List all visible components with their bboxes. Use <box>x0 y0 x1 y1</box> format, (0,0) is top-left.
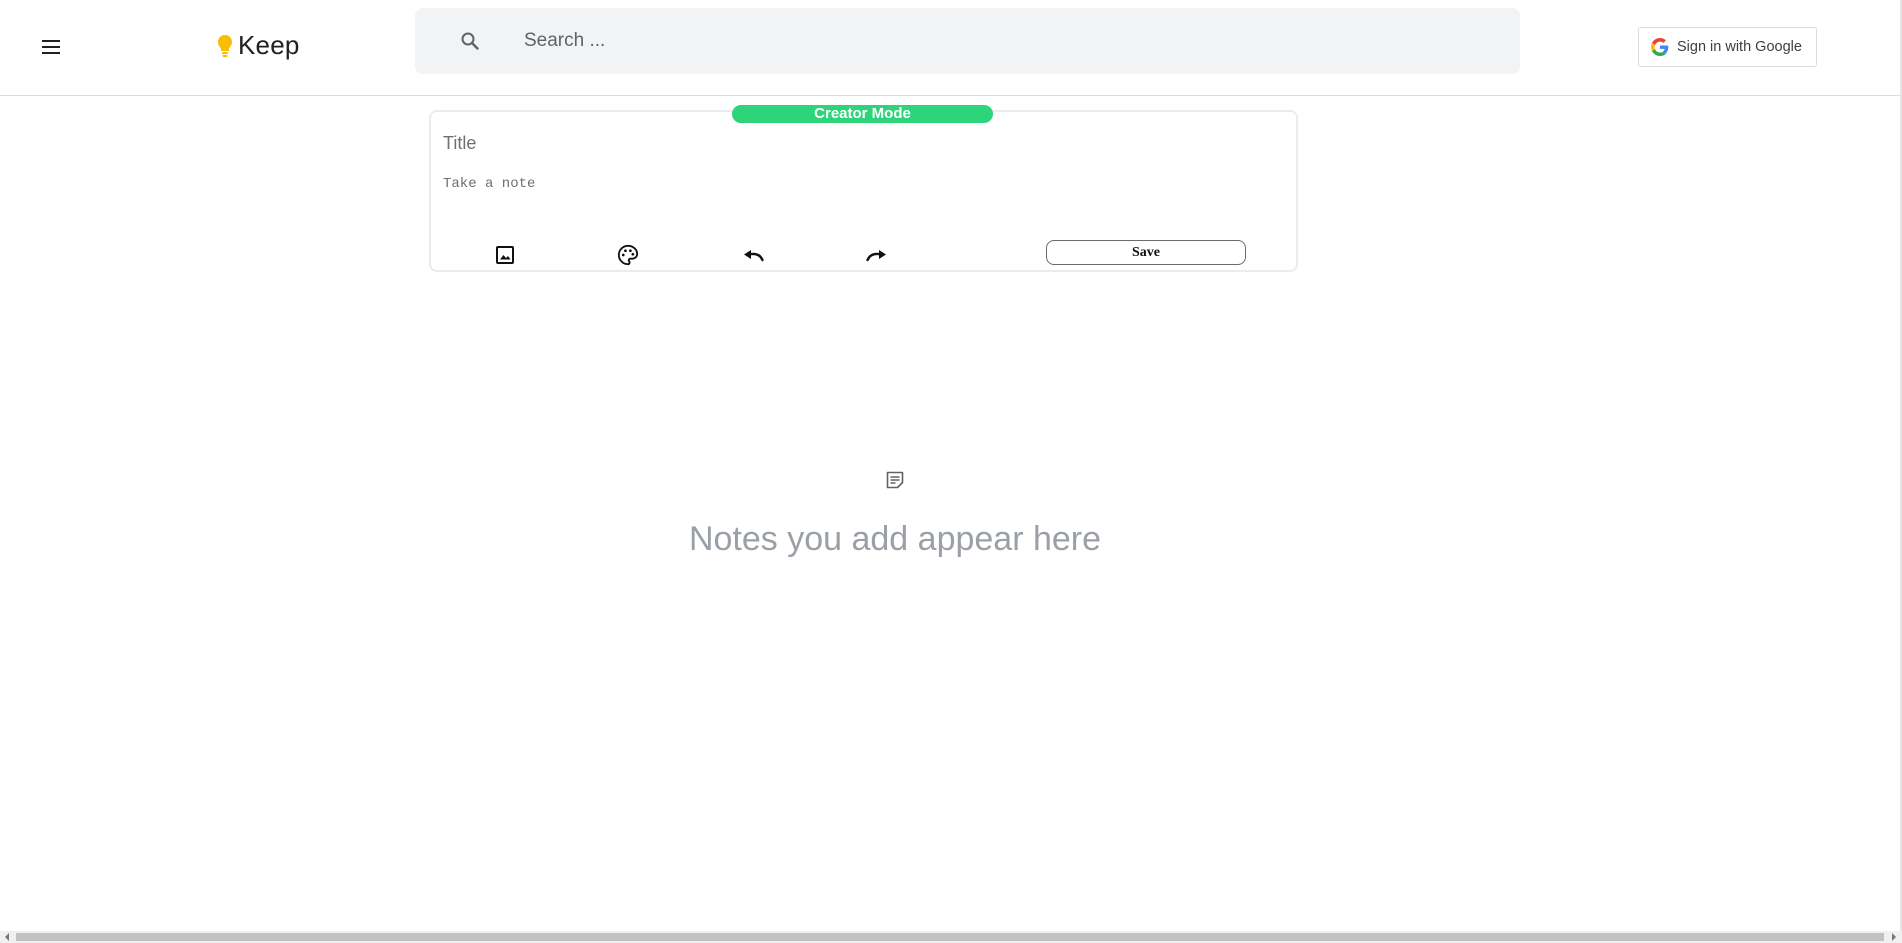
undo-button[interactable] <box>740 242 766 268</box>
note-body-textarea[interactable] <box>441 174 1261 214</box>
image-icon <box>496 246 514 264</box>
chevron-right-icon <box>1892 933 1896 941</box>
google-signin-button[interactable]: Sign in with Google <box>1638 27 1817 67</box>
search-icon <box>461 32 479 50</box>
note-icon <box>886 471 904 489</box>
save-button[interactable]: Save <box>1046 240 1246 265</box>
search-bar[interactable] <box>415 8 1520 74</box>
background-color-button[interactable] <box>615 242 641 268</box>
horizontal-scrollbar[interactable] <box>0 931 1902 943</box>
top-bar: Keep Sign in with Google <box>0 0 1902 96</box>
creator-mode-badge: Creator Mode <box>732 105 993 123</box>
main-menu-button[interactable] <box>36 32 66 62</box>
add-image-button[interactable] <box>492 242 518 268</box>
palette-icon <box>617 244 639 266</box>
redo-icon <box>866 250 886 262</box>
empty-notes-icon-wrapper <box>883 468 907 492</box>
note-creator: Save <box>429 110 1298 272</box>
undo-icon <box>744 250 764 262</box>
horizontal-scroll-thumb[interactable] <box>16 933 1884 941</box>
chevron-left-icon <box>5 933 9 941</box>
scroll-left-arrow[interactable] <box>2 933 12 941</box>
redo-button[interactable] <box>864 242 890 268</box>
search-button[interactable] <box>450 21 490 61</box>
search-input[interactable] <box>522 29 1422 53</box>
google-signin-label: Sign in with Google <box>1677 39 1802 55</box>
app-logo[interactable]: Keep <box>216 30 300 61</box>
empty-notes-message: Notes you add appear here <box>688 520 1102 558</box>
note-title-input[interactable] <box>441 132 1261 155</box>
lightbulb-icon <box>218 34 232 57</box>
hamburger-menu-icon <box>42 40 60 54</box>
scroll-right-arrow[interactable] <box>1889 933 1899 941</box>
google-logo-icon <box>1651 38 1669 56</box>
app-name: Keep <box>238 30 300 60</box>
